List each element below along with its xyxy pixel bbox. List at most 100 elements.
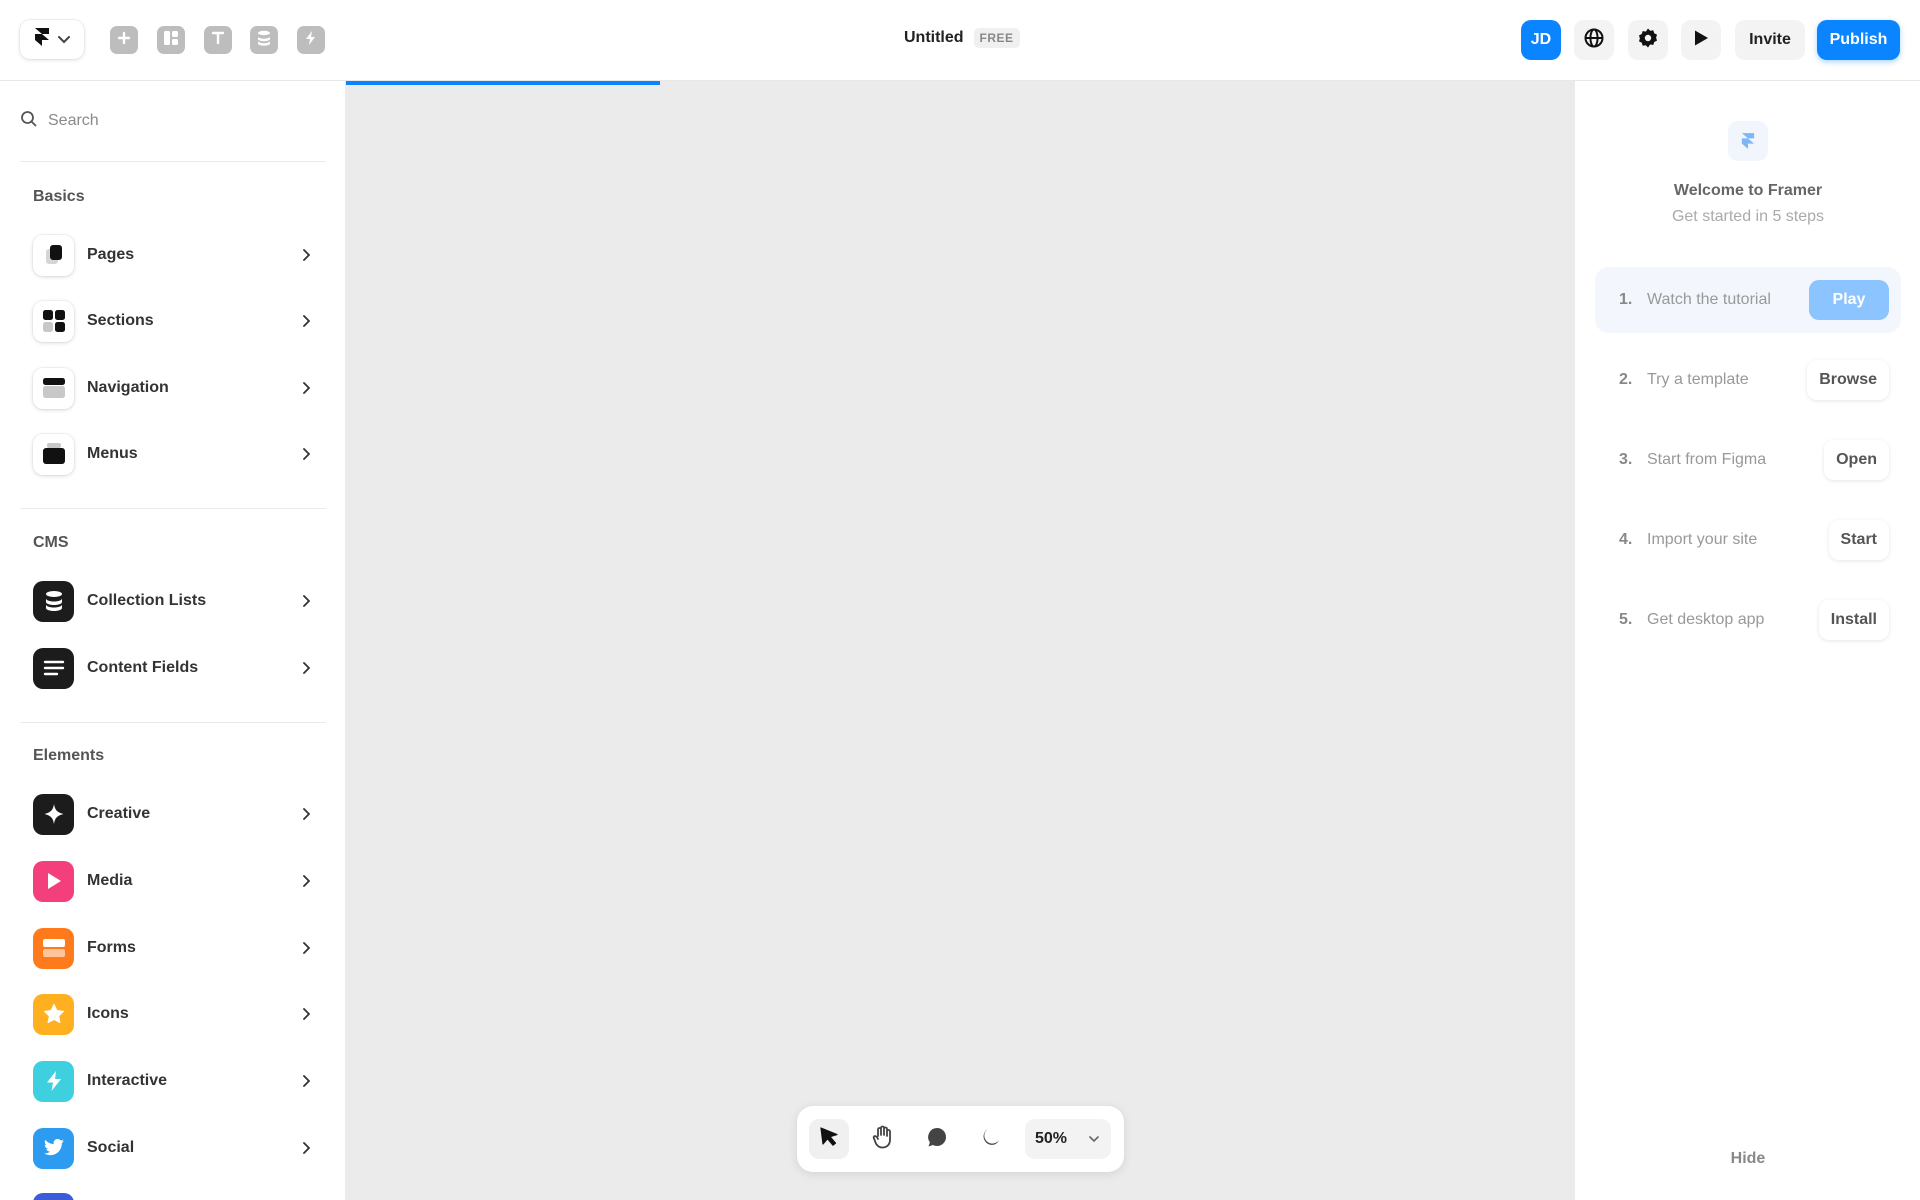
settings-button[interactable]: [1628, 20, 1668, 60]
sidebar-item-label: Icons: [87, 1005, 129, 1022]
database-icon: [257, 30, 271, 51]
onboarding-panel: Welcome to Framer Get started in 5 steps…: [1574, 81, 1920, 1200]
sidebar-item-creative[interactable]: Creative: [20, 787, 326, 841]
bolt-icon: [33, 1060, 74, 1102]
text-button[interactable]: [204, 26, 232, 54]
sidebar-item-pages[interactable]: Pages: [20, 228, 326, 282]
framer-menu-button[interactable]: [20, 20, 84, 59]
comment-bubble-icon: [926, 1126, 948, 1153]
select-tool-button[interactable]: [809, 1119, 849, 1159]
welcome-title: Welcome to Framer: [1673, 182, 1823, 199]
text-icon: [211, 31, 225, 50]
play-tutorial-button[interactable]: Play: [1809, 280, 1889, 320]
preview-button[interactable]: [1681, 20, 1721, 60]
sidebar-item-sections[interactable]: Sections: [20, 294, 326, 348]
sidebar-item-label: Menus: [87, 445, 138, 462]
search-bar[interactable]: [20, 99, 326, 143]
start-import-button[interactable]: Start: [1828, 520, 1889, 560]
divider: [20, 161, 326, 162]
cursor-arrow-icon: [819, 1126, 839, 1153]
comment-tool-button[interactable]: [917, 1119, 957, 1159]
sidebar-item-navigation[interactable]: Navigation: [20, 361, 326, 415]
onboarding-step-2: 2. Try a template Browse: [1595, 347, 1901, 413]
loading-progress-fill: [346, 81, 661, 85]
search-icon: [20, 110, 38, 133]
divider: [20, 508, 326, 509]
sidebar-item-label: Navigation: [87, 379, 169, 396]
sidebar-item-label: Content Fields: [87, 659, 199, 676]
cms-button[interactable]: [250, 26, 278, 54]
hide-onboarding-button[interactable]: Hide: [1595, 1139, 1901, 1179]
form-icon: [33, 927, 74, 969]
chevron-down-icon: [1089, 1130, 1099, 1148]
globe-icon: [1583, 27, 1605, 54]
framer-logo-icon: [1728, 121, 1768, 161]
document-title[interactable]: Untitled: [904, 29, 964, 47]
user-avatar[interactable]: JD: [1521, 20, 1561, 60]
sidebar-item-label: Media: [87, 872, 133, 889]
search-input[interactable]: [48, 112, 308, 130]
install-desktop-button[interactable]: Install: [1818, 600, 1889, 640]
sidebar-item-forms[interactable]: Forms: [20, 921, 326, 975]
sparkle-icon: [33, 793, 74, 835]
sidebar-item-media[interactable]: Media: [20, 854, 326, 908]
zoom-dropdown[interactable]: 50%: [1025, 1119, 1111, 1159]
onboarding-step-3: 3. Start from Figma Open: [1595, 427, 1901, 493]
canvas-toolbar: 50%: [797, 1106, 1124, 1172]
chevron-right-icon: [302, 382, 310, 394]
layout-button[interactable]: [157, 26, 185, 54]
pages-icon: [33, 234, 74, 276]
design-canvas[interactable]: 50%: [346, 81, 1574, 1200]
step-label: Get desktop app: [1647, 611, 1765, 628]
dark-mode-button[interactable]: [971, 1119, 1011, 1159]
insert-sidebar: Basics Pages Sections Navigation Menus C…: [0, 81, 346, 1200]
step-label: Try a template: [1647, 371, 1749, 388]
chevron-right-icon: [302, 1008, 310, 1020]
plugins-button[interactable]: [297, 26, 325, 54]
hand-tool-button[interactable]: [863, 1119, 903, 1159]
chevron-right-icon: [302, 662, 310, 674]
star-icon: [33, 993, 74, 1035]
document-title-area[interactable]: Untitled FREE: [904, 28, 1020, 48]
onboarding-step-4: 4. Import your site Start: [1595, 507, 1901, 573]
chevron-right-icon: [302, 315, 310, 327]
sidebar-item-label: Creative: [87, 805, 151, 822]
welcome-subtitle: Get started in 5 steps: [1671, 208, 1825, 225]
chevron-right-icon: [302, 1075, 310, 1087]
navigation-icon: [33, 367, 74, 409]
insert-button[interactable]: [110, 26, 138, 54]
play-icon: [1693, 29, 1709, 52]
publish-button[interactable]: Publish: [1817, 20, 1900, 60]
menus-icon: [33, 433, 74, 475]
sidebar-item-interactive[interactable]: Interactive: [20, 1054, 326, 1108]
step-number: 5.: [1619, 611, 1633, 628]
twitter-bird-icon: [33, 1127, 74, 1169]
sidebar-item-social[interactable]: Social: [20, 1121, 326, 1175]
invite-button[interactable]: Invite: [1735, 20, 1805, 60]
site-settings-button[interactable]: [1574, 20, 1614, 60]
layout-icon: [162, 29, 180, 52]
sidebar-item-collection-lists[interactable]: Collection Lists: [20, 574, 326, 628]
plus-icon: [117, 31, 131, 50]
chevron-right-icon: [302, 942, 310, 954]
top-bar: Untitled FREE JD Invite Publish: [0, 0, 1920, 81]
sidebar-item-icons[interactable]: Icons: [20, 987, 326, 1041]
step-label: Watch the tutorial: [1647, 291, 1771, 308]
moon-icon: [981, 1127, 1001, 1152]
sidebar-item-content-fields[interactable]: Content Fields: [20, 641, 326, 695]
open-figma-button[interactable]: Open: [1824, 440, 1889, 480]
bolt-icon: [304, 30, 318, 51]
step-number: 1.: [1619, 291, 1633, 308]
hand-icon: [872, 1125, 894, 1154]
onboarding-step-5: 5. Get desktop app Install: [1595, 587, 1901, 653]
browse-templates-button[interactable]: Browse: [1807, 360, 1889, 400]
chevron-right-icon: [302, 1142, 310, 1154]
sidebar-item-label: Interactive: [87, 1072, 168, 1089]
chevron-right-icon: [302, 595, 310, 607]
sidebar-item-label: Pages: [87, 246, 135, 263]
step-label: Import your site: [1647, 531, 1758, 548]
gear-icon: [1637, 27, 1659, 54]
sidebar-item-menus[interactable]: Menus: [20, 427, 326, 481]
chevron-down-icon: [58, 31, 70, 49]
sidebar-item-label: Collection Lists: [87, 592, 207, 609]
